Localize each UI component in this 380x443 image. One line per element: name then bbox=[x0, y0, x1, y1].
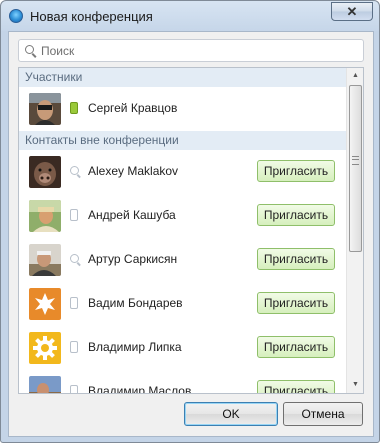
section-header-participants: Участники bbox=[19, 68, 346, 87]
cancel-button[interactable]: Отмена bbox=[283, 402, 363, 426]
dialog-body: Участники Сергей Кравцов Контакты вне ко… bbox=[8, 31, 374, 437]
phone-icon bbox=[70, 209, 78, 221]
contact-row[interactable]: Артур Саркисян Пригласить bbox=[19, 238, 346, 282]
orange-star-icon bbox=[29, 288, 61, 320]
grip-icon bbox=[352, 156, 359, 165]
avatar bbox=[29, 200, 61, 232]
vertical-scrollbar[interactable]: ▲ ▼ bbox=[346, 68, 363, 393]
invite-button[interactable]: Пригласить bbox=[257, 380, 335, 393]
window-title: Новая конференция bbox=[30, 9, 153, 24]
search-icon bbox=[25, 45, 34, 54]
invite-button[interactable]: Пригласить bbox=[257, 204, 335, 226]
phone-icon bbox=[70, 297, 78, 309]
close-button[interactable]: ✕ bbox=[331, 2, 373, 21]
scroll-up-arrow-icon[interactable]: ▲ bbox=[347, 68, 363, 84]
phone-online-icon bbox=[70, 102, 78, 114]
contact-name: Вадим Бондарев bbox=[88, 296, 183, 310]
scrollbar-thumb[interactable] bbox=[349, 85, 362, 252]
avatar bbox=[29, 93, 61, 125]
contact-list[interactable]: Участники Сергей Кравцов Контакты вне ко… bbox=[18, 67, 364, 394]
search-icon bbox=[70, 254, 79, 263]
invite-button[interactable]: Пригласить bbox=[257, 292, 335, 314]
participant-row[interactable]: Сергей Кравцов bbox=[19, 87, 346, 131]
participant-name: Сергей Кравцов bbox=[88, 101, 178, 115]
dialog-window: Новая конференция ✕ Участники Сергей Кра… bbox=[0, 0, 380, 443]
phone-icon bbox=[70, 385, 78, 393]
invite-button[interactable]: Пригласить bbox=[257, 160, 335, 182]
phone-icon bbox=[70, 341, 78, 353]
contact-row[interactable]: Вадим Бондарев Пригласить bbox=[19, 282, 346, 326]
contact-name: Владимир Маслов bbox=[88, 384, 192, 393]
search-input[interactable] bbox=[41, 40, 351, 61]
contact-row[interactable]: Владимир Маслов Пригласить bbox=[19, 370, 346, 393]
contact-name: Владимир Липка bbox=[88, 340, 182, 354]
title-bar[interactable]: Новая конференция ✕ bbox=[1, 1, 379, 31]
yellow-gear-icon bbox=[29, 332, 61, 364]
search-box[interactable] bbox=[18, 39, 364, 62]
avatar bbox=[29, 156, 61, 188]
contact-row[interactable]: Владимир Липка Пригласить bbox=[19, 326, 346, 370]
contact-name: Alexey Maklakov bbox=[88, 164, 179, 178]
contact-row[interactable]: Андрей Кашуба Пригласить bbox=[19, 194, 346, 238]
contact-name: Андрей Кашуба bbox=[88, 208, 176, 222]
app-icon bbox=[9, 9, 23, 23]
contact-list-content: Участники Сергей Кравцов Контакты вне ко… bbox=[19, 68, 346, 393]
section-header-contacts: Контакты вне конференции bbox=[19, 131, 346, 150]
search-icon bbox=[70, 166, 79, 175]
scroll-down-arrow-icon[interactable]: ▼ bbox=[347, 377, 363, 393]
invite-button[interactable]: Пригласить bbox=[257, 248, 335, 270]
avatar bbox=[29, 376, 61, 393]
invite-button[interactable]: Пригласить bbox=[257, 336, 335, 358]
contact-row[interactable]: Alexey Maklakov Пригласить bbox=[19, 150, 346, 194]
contact-name: Артур Саркисян bbox=[88, 252, 178, 266]
ok-button[interactable]: OK bbox=[184, 402, 278, 426]
avatar bbox=[29, 244, 61, 276]
